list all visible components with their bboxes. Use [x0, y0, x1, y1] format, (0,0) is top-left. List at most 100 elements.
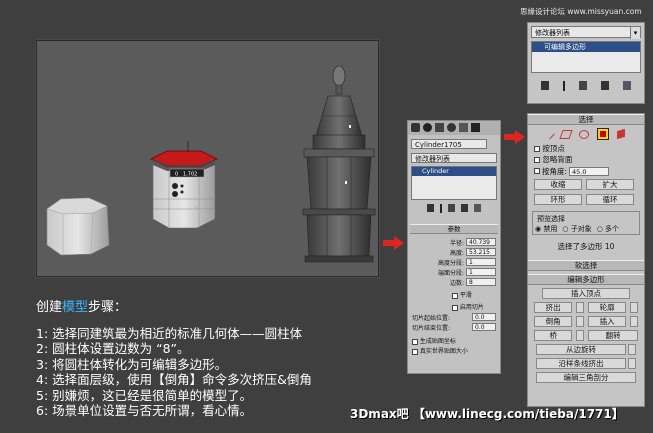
pin-stack-icon[interactable] [427, 204, 434, 212]
height-spinner[interactable]: 53.215 [466, 248, 496, 256]
height-row: 高度: 53.215 [412, 247, 496, 257]
soft-selection-header[interactable]: 软选择 [528, 260, 644, 271]
bridge-settings-button[interactable] [576, 330, 585, 341]
cap-segments-spinner[interactable]: 1 [466, 268, 496, 276]
inset-settings-button[interactable] [630, 316, 638, 327]
hierarchy-tab-icon[interactable] [435, 123, 444, 132]
modifier-list-dropdown-right[interactable]: 修改器列表 ▾ [531, 26, 641, 39]
configure-sets-icon[interactable] [623, 81, 631, 90]
by-vertex-row: 按顶点 [528, 143, 644, 154]
border-level-icon[interactable] [579, 129, 589, 139]
stack-item[interactable]: Cylinder [412, 167, 496, 176]
extrude-settings-button[interactable] [576, 302, 584, 313]
bevel-button[interactable]: 倒角 [534, 316, 573, 327]
perspective-viewport[interactable]: 0 1.702 [36, 40, 379, 277]
chevron-down-icon[interactable]: ▾ [630, 27, 640, 39]
hinge-settings-button[interactable] [628, 344, 636, 355]
real-world-label: 真实世界贴图大小 [419, 348, 468, 355]
bridge-button[interactable]: 桥 [534, 330, 573, 341]
preview-subobject-radio[interactable]: ○ 子对象 [562, 224, 591, 234]
utilities-tab-icon[interactable] [471, 123, 480, 132]
pin-stack-icon[interactable] [541, 81, 549, 90]
modify-tab-icon[interactable] [423, 123, 432, 132]
selection-header-label: 选择 [578, 115, 594, 124]
extrude-button[interactable]: 挤出 [534, 302, 573, 313]
selection-rollout-header[interactable]: 选择 [528, 114, 644, 125]
make-unique-icon[interactable] [579, 81, 587, 90]
gen-map-label: 生成贴图坐标 [419, 338, 456, 345]
preview-disabled-radio[interactable]: ◉ 禁用 [535, 224, 557, 234]
modify-panel-poly: 选择 按顶点 忽略背面 按角度: 45.0 收缩 扩大 环形 循环 预览选择 ◉ … [527, 113, 645, 407]
sides-spinner[interactable]: 8 [466, 278, 496, 286]
height-label: 高度: [449, 249, 464, 257]
grow-button[interactable]: 扩大 [586, 179, 634, 190]
ring-button[interactable]: 环形 [534, 194, 582, 205]
configure-sets-icon[interactable] [474, 204, 481, 212]
make-unique-icon[interactable] [448, 204, 455, 212]
edit-polygon-header[interactable]: 编辑多边形 [528, 274, 644, 285]
cap-segments-label: 端面分段: [437, 269, 464, 277]
smooth-checkbox[interactable] [452, 292, 458, 299]
cap-segments-row: 端面分段: 1 [412, 267, 496, 277]
title-prefix: 创建 [36, 300, 63, 315]
extrude-outline-row: 挤出 轮廓 [528, 299, 644, 313]
flip-button[interactable]: 翻转 [588, 330, 639, 341]
by-angle-spinner[interactable]: 45.0 [569, 166, 610, 176]
ignore-backface-label: 忽略背面 [542, 155, 573, 164]
by-vertex-checkbox[interactable] [534, 146, 540, 152]
real-world-checkbox[interactable] [412, 348, 418, 355]
sides-label: 边数: [449, 279, 464, 287]
remove-modifier-icon[interactable] [461, 204, 468, 212]
height-segments-spinner[interactable]: 1 [466, 258, 496, 266]
preview-selection-label: 预览选择 [535, 214, 567, 224]
outline-button[interactable]: 轮廓 [588, 302, 627, 313]
shrink-button[interactable]: 收缩 [534, 179, 582, 190]
polygon-level-icon[interactable] [597, 128, 609, 140]
ignore-backface-checkbox[interactable] [534, 157, 540, 163]
step-6: 6: 场景单位设置与否无所谓，看心情。 [36, 403, 253, 418]
extrude-spline-settings-button[interactable] [628, 358, 636, 369]
step-5: 5: 别嫌烦，这已经是很简单的模型了。 [36, 387, 253, 403]
element-level-icon[interactable] [617, 128, 625, 140]
watermark-text: 思缘设计论坛 www.missyuan.com [520, 7, 642, 16]
show-end-result-icon[interactable] [440, 204, 442, 213]
vertex-level-icon[interactable] [544, 128, 555, 140]
gen-map-checkbox[interactable] [412, 338, 418, 345]
display-tab-icon[interactable] [459, 123, 468, 132]
parameters-rollout-header[interactable]: 参数 [410, 224, 498, 234]
radius-spinner[interactable]: 40.739 [466, 238, 496, 246]
extrude-along-spline-button[interactable]: 沿样条线挤出 [536, 358, 626, 369]
loop-button[interactable]: 循环 [586, 194, 634, 205]
show-end-result-icon[interactable] [563, 81, 565, 91]
viewport-scene: 0 1.702 [46, 65, 376, 263]
slice-to-spinner[interactable]: 0.0 [472, 323, 496, 331]
octagonal-prism [46, 197, 110, 256]
preview-multi-radio[interactable]: ○ 多个 [597, 224, 619, 234]
edit-triangulation-button[interactable]: 编辑三角剖分 [536, 372, 636, 383]
slice-from-spinner[interactable]: 0.0 [472, 313, 496, 321]
slice-from-label: 切片起始位置: [412, 314, 451, 322]
parameters-rollout: 半径: 40.739 高度: 53.215 高度分段: 1 端面分段: 1 边数: 8 平… [408, 234, 500, 359]
outline-settings-button[interactable] [630, 302, 638, 313]
height-segments-label: 高度分段: [437, 259, 464, 267]
remove-modifier-icon[interactable] [601, 81, 609, 90]
by-angle-checkbox[interactable] [534, 168, 540, 174]
bevel-settings-button[interactable] [576, 316, 584, 327]
modify-panel-poly-top: 修改器列表 ▾ 可编辑多边形 [527, 22, 645, 104]
step-4: 4: 选择面层级，使用【倒角】命令多次挤压&倒角 [36, 372, 312, 387]
inset-button[interactable]: 插入 [588, 316, 627, 327]
object-name-field[interactable]: Cylinder1705 [411, 139, 487, 149]
preview-options: ◉ 禁用 ○ 子对象 ○ 多个 [535, 224, 637, 234]
stack-toolbar-right [528, 81, 644, 93]
insert-vertex-button[interactable]: 插入顶点 [542, 288, 630, 299]
shrink-grow-row: 收缩 扩大 [528, 177, 644, 192]
motion-tab-icon[interactable] [447, 123, 456, 132]
radius-row: 半径: 40.739 [412, 237, 496, 247]
slice-checkbox[interactable] [452, 304, 458, 311]
create-tab-icon[interactable] [411, 123, 420, 132]
modifier-list-dropdown[interactable]: 修改器列表 [411, 153, 497, 163]
stack-item-editable-poly[interactable]: 可编辑多边形 [532, 42, 640, 52]
bridge-flip-row: 桥 翻转 [528, 327, 644, 341]
hinge-from-edge-button[interactable]: 从边旋转 [536, 344, 626, 355]
edge-level-icon[interactable] [559, 129, 573, 139]
